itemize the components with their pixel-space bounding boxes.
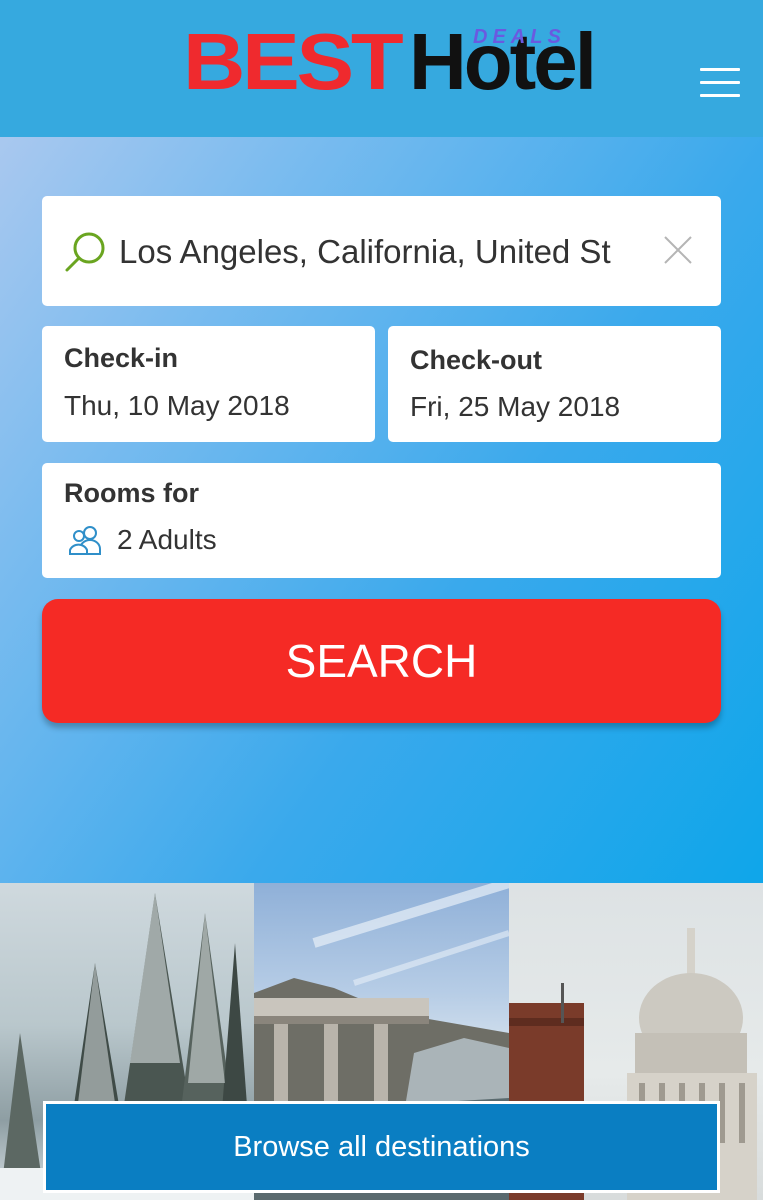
people-icon bbox=[69, 526, 101, 555]
browse-all-destinations-button[interactable]: Browse all destinations bbox=[43, 1101, 720, 1193]
best-hotel-deals-logo[interactable]: BEST Hotel DEALS bbox=[183, 17, 603, 106]
search-icon bbox=[65, 232, 105, 272]
destination-input-value[interactable]: Los Angeles, California, United St bbox=[119, 232, 639, 272]
checkout-value: Fri, 25 May 2018 bbox=[410, 391, 621, 422]
logo-deals-text: DEALS bbox=[473, 26, 566, 48]
rooms-label: Rooms for bbox=[64, 478, 199, 508]
hamburger-menu-icon[interactable] bbox=[700, 68, 740, 98]
close-icon[interactable] bbox=[662, 234, 694, 266]
checkout-label: Check-out bbox=[410, 345, 543, 375]
rooms-guests-field[interactable]: Rooms for 2 Adults bbox=[42, 463, 721, 578]
logo-best-text: BEST bbox=[183, 17, 404, 106]
checkin-date-field[interactable]: Check-in Thu, 10 May 2018 bbox=[42, 326, 375, 442]
top-header: BEST Hotel DEALS bbox=[0, 0, 763, 137]
checkout-date-field[interactable]: Check-out Fri, 25 May 2018 bbox=[388, 326, 721, 442]
checkin-label: Check-in bbox=[64, 343, 179, 373]
destination-search-field[interactable]: Los Angeles, California, United St bbox=[42, 196, 721, 306]
search-hero: Los Angeles, California, United St Check… bbox=[0, 137, 763, 883]
rooms-guests-value: 2 Adults bbox=[117, 524, 217, 555]
search-button[interactable]: SEARCH bbox=[42, 599, 721, 723]
checkin-value: Thu, 10 May 2018 bbox=[64, 390, 290, 421]
